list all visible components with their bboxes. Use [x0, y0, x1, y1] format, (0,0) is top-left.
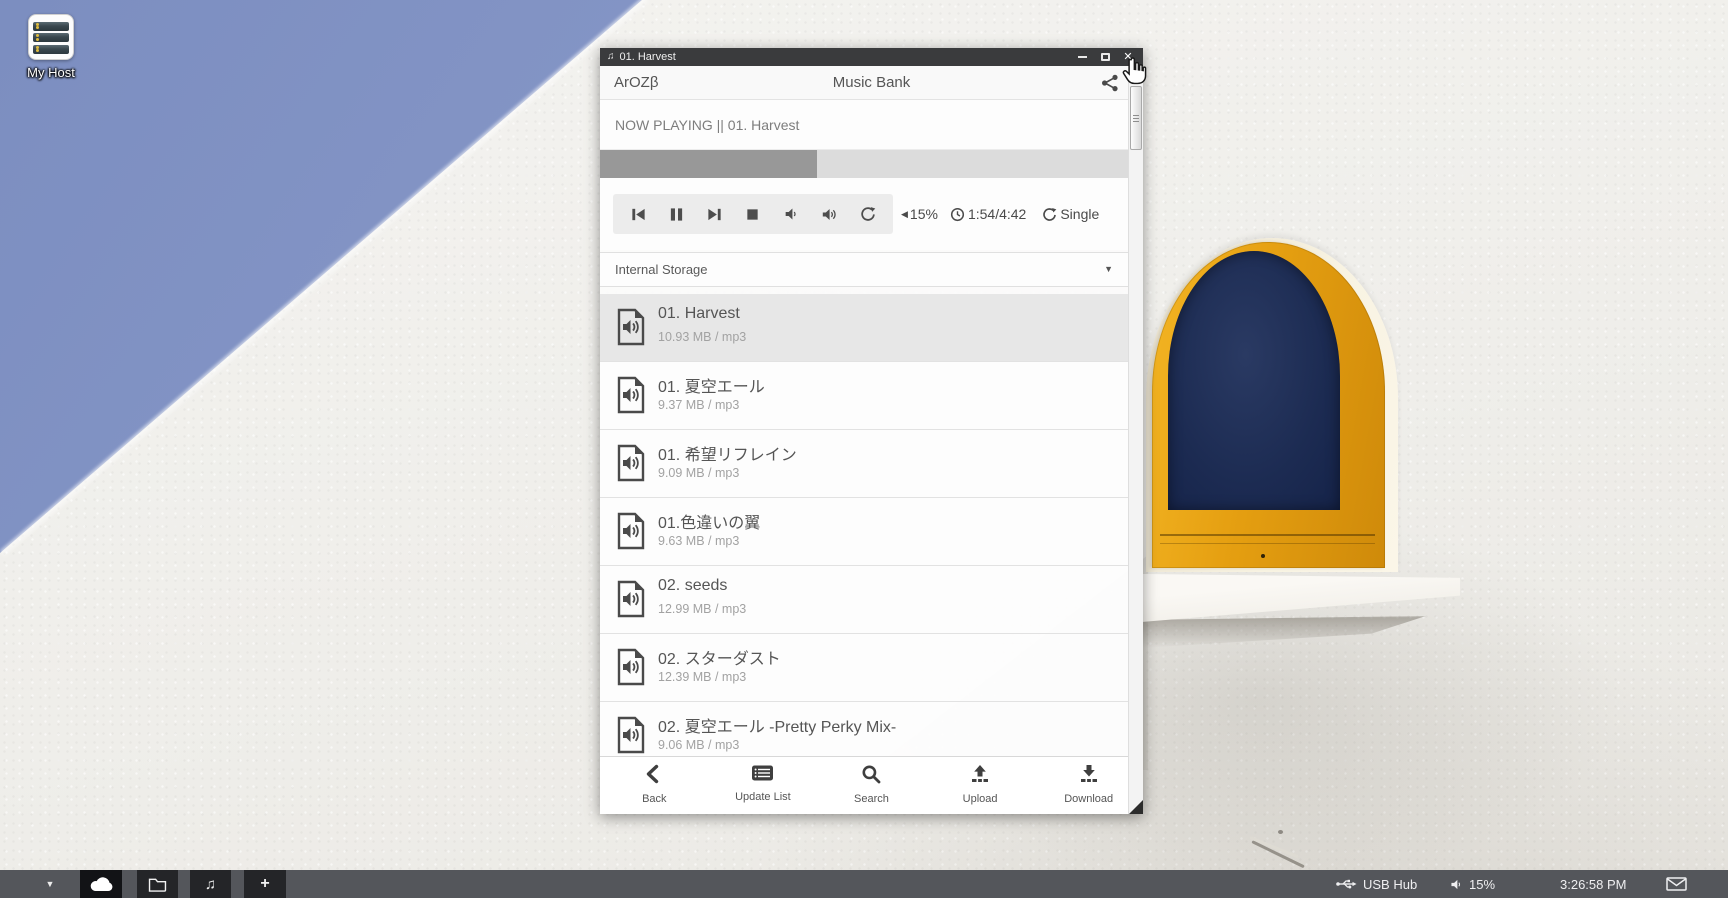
audio-file-icon: [616, 512, 646, 555]
window-scrollbar[interactable]: [1128, 66, 1143, 814]
desktop: My Host ♫ 01. Harvest ✕ ArOZβ Music Bank: [0, 0, 1728, 898]
back-button[interactable]: Back: [600, 757, 709, 814]
track-list-item[interactable]: 02. seeds 12.99 MB / mp3: [600, 566, 1143, 634]
close-icon: ✕: [1123, 48, 1132, 66]
storage-selected-value: Internal Storage: [615, 253, 708, 286]
taskbar-mail-button[interactable]: [1666, 870, 1693, 898]
close-button[interactable]: ✕: [1119, 48, 1137, 66]
now-playing-text: NOW PLAYING || 01. Harvest: [600, 100, 1143, 150]
photo-window-seam: [1160, 534, 1375, 536]
stop-button[interactable]: [740, 201, 766, 227]
progress-fill: [600, 150, 817, 178]
page-title: Music Bank: [600, 66, 1143, 100]
pause-button[interactable]: [663, 201, 689, 227]
audio-file-icon: [616, 580, 646, 623]
taskbar-menu-caret[interactable]: ▼: [38, 870, 62, 898]
upload-button[interactable]: Upload: [926, 757, 1035, 814]
taskbar-music-button[interactable]: ♫: [190, 870, 231, 898]
upload-icon: [970, 764, 990, 789]
taskbar-volume-status[interactable]: 15%: [1450, 870, 1495, 898]
taskbar-cloud-button[interactable]: [80, 870, 122, 898]
share-icon[interactable]: [1101, 74, 1119, 92]
taskbar-add-button[interactable]: +: [244, 870, 286, 898]
music-note-icon: ♫: [607, 48, 615, 66]
download-icon: [1079, 764, 1099, 789]
photo-window-seam: [1160, 543, 1375, 544]
speaker-icon: [1450, 878, 1463, 891]
audio-file-icon: [616, 444, 646, 487]
volume-down-icon[interactable]: [778, 201, 804, 227]
bottom-toolbar: Back Update List Search Upload Download: [600, 756, 1143, 814]
volume-indicator: ◀15%: [901, 206, 938, 222]
envelope-icon: [1666, 877, 1687, 891]
player-button-panel: [613, 194, 893, 234]
track-list-item[interactable]: 01. 希望リフレイン 9.09 MB / mp3: [600, 430, 1143, 498]
scrollbar-thumb[interactable]: [1130, 86, 1142, 150]
minimize-button[interactable]: [1073, 48, 1091, 66]
chevron-down-icon: ▼: [1104, 253, 1113, 286]
audio-file-icon: [616, 308, 646, 351]
taskbar-files-button[interactable]: [137, 870, 178, 898]
minimize-icon: [1078, 56, 1087, 58]
update-list-button[interactable]: Update List: [709, 757, 818, 814]
track-list: 01. Harvest 10.93 MB / mp3 01. 夏空エール 9.3…: [600, 294, 1143, 770]
play-mode-toggle[interactable]: Single: [1042, 206, 1099, 222]
photo-window-knob: [1261, 554, 1265, 558]
audio-file-icon: [616, 648, 646, 691]
player-controls: ◀15% 1:54/4:42 Single: [600, 178, 1143, 250]
seek-bar[interactable]: [600, 150, 1143, 178]
track-list-item[interactable]: 01. 夏空エール 9.37 MB / mp3: [600, 362, 1143, 430]
wall-spot: [1278, 830, 1283, 834]
maximize-button[interactable]: [1096, 48, 1114, 66]
desktop-icon-my-host[interactable]: My Host: [14, 14, 88, 80]
volume-up-icon[interactable]: [817, 201, 843, 227]
storage-selector[interactable]: Internal Storage ▼: [600, 252, 1143, 287]
server-icon: [28, 14, 74, 60]
repeat-mode-icon: [1042, 207, 1057, 222]
search-button[interactable]: Search: [817, 757, 926, 814]
volume-marker-icon: ◀: [901, 209, 908, 220]
window-body: ArOZβ Music Bank NOW PLAYING || 01. Harv…: [600, 66, 1143, 814]
search-icon: [861, 764, 881, 789]
desktop-icon-label: My Host: [14, 65, 88, 80]
folder-icon: [148, 877, 167, 892]
window-title: 01. Harvest: [620, 48, 676, 66]
time-indicator: 1:54/4:42: [950, 206, 1026, 222]
usb-icon: [1335, 878, 1357, 890]
track-list-item[interactable]: 01.色違いの翼 9.63 MB / mp3: [600, 498, 1143, 566]
taskbar: ▼ ♫ + USB Hub 15% 3:26:58 PM: [0, 870, 1728, 898]
music-player-window: ♫ 01. Harvest ✕ ArOZβ Music Bank: [600, 48, 1143, 814]
clock-icon: [950, 207, 965, 222]
audio-file-icon: [616, 376, 646, 419]
repeat-button[interactable]: [855, 201, 881, 227]
app-header: ArOZβ Music Bank: [600, 66, 1143, 100]
back-icon: [644, 764, 664, 789]
update-list-icon: [751, 764, 774, 787]
download-button[interactable]: Download: [1034, 757, 1143, 814]
audio-file-icon: [616, 716, 646, 759]
taskbar-clock[interactable]: 3:26:58 PM: [1560, 870, 1627, 898]
previous-track-button[interactable]: [625, 201, 651, 227]
next-track-button[interactable]: [702, 201, 728, 227]
track-list-item[interactable]: 02. スターダスト 12.39 MB / mp3: [600, 634, 1143, 702]
maximize-icon: [1101, 53, 1110, 61]
taskbar-usb-status[interactable]: USB Hub: [1335, 870, 1417, 898]
photo-window-glass: [1168, 251, 1340, 510]
track-list-item[interactable]: 01. Harvest 10.93 MB / mp3: [600, 294, 1143, 362]
cloud-icon: [88, 876, 114, 892]
photo-window-frame: [1152, 242, 1385, 568]
window-resize-handle[interactable]: [1129, 800, 1143, 814]
window-titlebar[interactable]: ♫ 01. Harvest ✕: [600, 48, 1143, 66]
